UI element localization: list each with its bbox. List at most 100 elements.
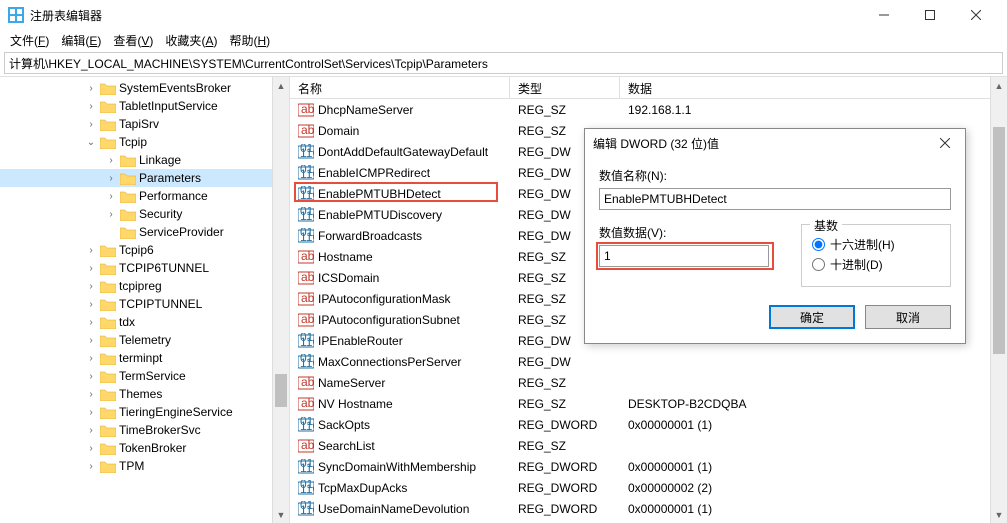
menu-view[interactable]: 查看(V) [107,30,159,51]
tree-item[interactable]: ›SystemEventsBroker [0,79,289,97]
value-name: SackOpts [318,418,370,432]
tree-expander-icon[interactable]: › [85,407,97,418]
list-row[interactable]: SackOptsREG_DWORD0x00000001 (1) [290,414,1007,435]
tree-item[interactable]: › TokenBroker [0,439,289,457]
tree-expander-icon[interactable]: › [85,83,97,94]
tree-expander-icon[interactable]: › [85,425,97,436]
tree-item[interactable]: ServiceProvider [0,223,289,241]
folder-icon [100,117,116,131]
list-row[interactable]: TcpMaxDupAcksREG_DWORD0x00000002 (2) [290,477,1007,498]
tree-expander-icon[interactable]: › [85,245,97,256]
tree-expander-icon[interactable]: › [85,461,97,472]
tree-expander-icon[interactable]: › [85,101,97,112]
tree-item-label: Tcpip [119,135,147,149]
tree-expander-icon[interactable]: › [85,299,97,310]
close-button[interactable] [953,0,999,30]
menu-edit[interactable]: 编辑(E) [55,30,107,51]
tree-item[interactable]: ›Tcpip6 [0,241,289,259]
value-name: EnableICMPRedirect [318,166,430,180]
tree-item[interactable]: › Linkage [0,151,289,169]
col-header-type[interactable]: 类型 [510,77,620,98]
list-scrollbar[interactable]: ▲ ▼ [990,77,1007,523]
list-row[interactable]: DhcpNameServerREG_SZ192.168.1.1 [290,99,1007,120]
cancel-button[interactable]: 取消 [865,305,951,329]
tree-item[interactable]: ›TieringEngineService [0,403,289,421]
tree-item[interactable]: ›Telemetry [0,331,289,349]
dword-value-icon [298,480,314,496]
maximize-button[interactable] [907,0,953,30]
folder-icon [100,81,116,95]
tree-item[interactable]: › Performance [0,187,289,205]
tree-item[interactable]: › TCPIP6TUNNEL [0,259,289,277]
value-name: UseDomainNameDevolution [318,502,469,516]
radix-group: 基数 ◉ 十六进制(H) 十进制(D) [801,224,951,287]
col-header-name[interactable]: 名称 [290,77,510,98]
tree-expander-icon[interactable]: › [85,317,97,328]
tree-expander-icon[interactable]: › [85,281,97,292]
tree-expander-icon[interactable]: › [105,173,117,184]
string-value-icon [298,438,314,454]
list-row[interactable]: NameServerREG_SZ [290,372,1007,393]
folder-icon [100,261,116,275]
list-row[interactable]: UseDomainNameDevolutionREG_DWORD0x000000… [290,498,1007,519]
list-row[interactable]: NV HostnameREG_SZDESKTOP-B2CDQBA [290,393,1007,414]
tree-item-label: Linkage [139,153,181,167]
value-name: Domain [318,124,359,138]
dword-value-icon [298,186,314,202]
tree-expander-icon[interactable]: › [105,155,117,166]
tree-item[interactable]: ›TermService [0,367,289,385]
tree-expander-icon[interactable]: ⌄ [85,137,97,148]
radix-hex-radio[interactable] [812,238,825,251]
tree-item[interactable]: ›TPM [0,457,289,475]
value-name: DhcpNameServer [318,103,413,117]
value-type: REG_DWORD [510,418,620,432]
string-value-icon [298,249,314,265]
tree-item[interactable]: ⌄ Tcpip [0,133,289,151]
menu-file[interactable]: 文件(F) [4,30,55,51]
tree-item[interactable]: ›Themes [0,385,289,403]
tree-item[interactable]: ›Parameters [0,169,289,187]
radix-dec-radio[interactable] [812,258,825,271]
list-row[interactable]: MaxConnectionsPerServerREG_DW [290,351,1007,372]
value-name: IPAutoconfigurationMask [318,292,451,306]
value-type: REG_DW [510,355,620,369]
tree-expander-icon[interactable]: › [105,191,117,202]
value-name-field[interactable] [599,188,951,210]
tree-scrollbar[interactable]: ▲ ▼ [272,77,289,523]
tree-expander-icon[interactable]: › [85,119,97,130]
tree-item[interactable]: ›TimeBrokerSvc [0,421,289,439]
tree-item[interactable]: ›TapiSrv [0,115,289,133]
address-bar[interactable]: 计算机\HKEY_LOCAL_MACHINE\SYSTEM\CurrentCon… [4,52,1003,74]
folder-icon [100,405,116,419]
tree-expander-icon[interactable]: › [85,335,97,346]
dialog-close-button[interactable] [925,129,965,157]
menu-help[interactable]: 帮助(H) [223,30,276,51]
tree-item-label: TCPIP6TUNNEL [119,261,209,275]
value-data-field[interactable] [599,245,769,267]
tree-item[interactable]: ›terminpt [0,349,289,367]
tree-item[interactable]: ›TabletInputService [0,97,289,115]
list-row[interactable]: SyncDomainWithMembershipREG_DWORD0x00000… [290,456,1007,477]
menu-favorites[interactable]: 收藏夹(A) [159,30,223,51]
tree-item[interactable]: ›tcpipreg [0,277,289,295]
tree-item[interactable]: ›tdx [0,313,289,331]
tree-expander-icon[interactable]: › [85,389,97,400]
tree-expander-icon[interactable]: › [85,263,97,274]
tree-expander-icon[interactable]: › [85,443,97,454]
tree-item-label: Performance [139,189,208,203]
list-row[interactable]: SearchListREG_SZ [290,435,1007,456]
ok-button[interactable]: 确定 [769,305,855,329]
string-value-icon [298,396,314,412]
window-title: 注册表编辑器 [30,7,861,24]
minimize-button[interactable] [861,0,907,30]
dword-value-icon [298,459,314,475]
tree-expander-icon[interactable]: › [85,353,97,364]
tree-item[interactable]: ›TCPIPTUNNEL [0,295,289,313]
col-header-data[interactable]: 数据 [620,77,1007,98]
tree-expander-icon[interactable]: › [85,371,97,382]
value-type: REG_DWORD [510,502,620,516]
tree-item-label: ServiceProvider [139,225,224,239]
tree-item-label: TokenBroker [119,441,186,455]
tree-item[interactable]: ›Security [0,205,289,223]
tree-expander-icon[interactable]: › [105,209,117,220]
